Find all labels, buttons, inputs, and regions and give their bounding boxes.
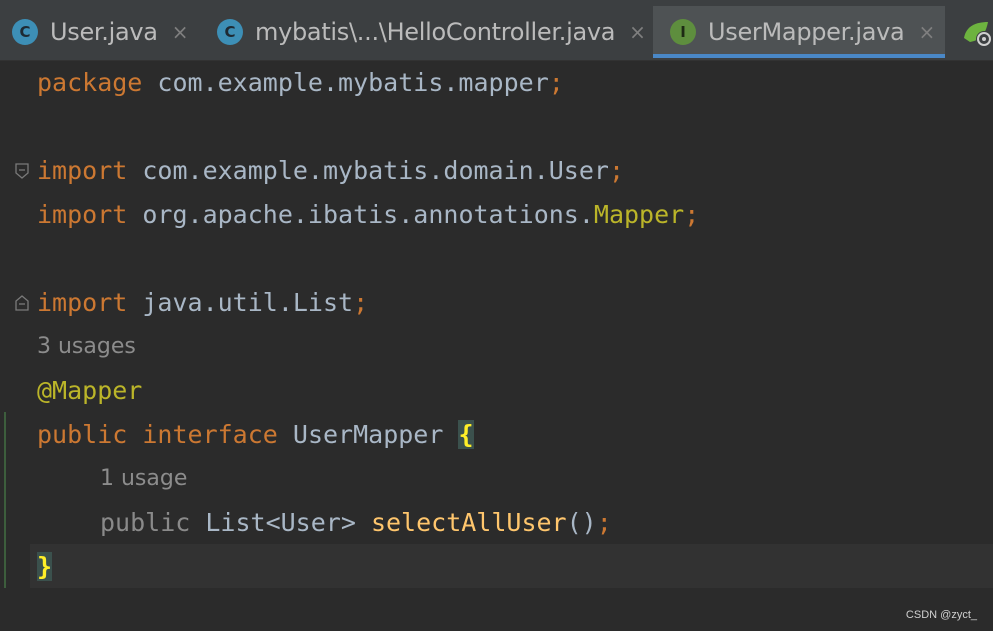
parentheses: () — [566, 508, 597, 537]
watermark: CSDN @zyct_ — [905, 609, 977, 621]
code-line: public List<User> selectAllUser(); — [100, 501, 612, 545]
code-line: import com.example.mybatis.domain.User; — [37, 149, 624, 193]
code-line: package com.example.mybatis.mapper; — [37, 61, 564, 105]
keyword: interface — [142, 420, 278, 449]
keyword: package — [37, 68, 143, 97]
keyword: public — [37, 420, 128, 449]
usages-hint[interactable]: 1 usage — [100, 457, 187, 501]
ide-editor-window: C User.java × C mybatis\...\HelloControl… — [0, 0, 993, 631]
keyword: import — [37, 200, 128, 229]
package-name: com.example.mybatis.mapper — [142, 68, 549, 97]
annotation-type: Mapper — [593, 200, 685, 229]
tab-label: UserMapper.java — [708, 18, 905, 46]
current-line-highlight — [30, 544, 993, 588]
brace-match: { — [458, 420, 474, 449]
tab-hello-controller-java[interactable]: C mybatis\...\HelloController.java × — [217, 6, 646, 58]
import-path: org.apache.ibatis.annotations. — [127, 200, 594, 229]
annotation: @Mapper — [37, 376, 143, 405]
class-icon: C — [12, 19, 38, 45]
code-line: import org.apache.ibatis.annotations.Map… — [37, 193, 699, 237]
tab-user-java[interactable]: C User.java × — [12, 6, 188, 58]
spring-icon[interactable] — [962, 18, 993, 48]
semicolon: ; — [596, 508, 612, 537]
semicolon: ; — [548, 68, 564, 97]
keyword: import — [37, 288, 128, 317]
close-icon[interactable]: × — [172, 20, 189, 44]
tab-usermapper-java[interactable]: I UserMapper.java × — [653, 6, 945, 58]
code-line: public interface UserMapper { — [37, 413, 474, 457]
import-path: java.util.List — [127, 288, 354, 317]
close-icon[interactable]: × — [629, 20, 646, 44]
return-type: List<User> — [190, 508, 371, 537]
fold-icon[interactable] — [15, 295, 29, 311]
keyword: public — [100, 508, 191, 537]
tab-label: mybatis\...\HelloController.java — [255, 18, 616, 46]
editor-tab-bar: C User.java × C mybatis\...\HelloControl… — [0, 0, 993, 61]
semicolon: ; — [353, 288, 369, 317]
interface-name: UserMapper — [277, 420, 459, 449]
code-line: import java.util.List; — [37, 281, 368, 325]
fold-icon[interactable] — [15, 163, 29, 179]
semicolon: ; — [608, 156, 625, 185]
semicolon: ; — [684, 200, 700, 229]
interface-icon: I — [670, 19, 696, 45]
tab-label: User.java — [50, 18, 158, 46]
class-icon: C — [217, 19, 243, 45]
brace-match: } — [37, 552, 53, 581]
method-name: selectAllUser — [370, 508, 567, 537]
code-line: } — [37, 545, 53, 589]
code-line: @Mapper — [37, 369, 142, 413]
usages-hint[interactable]: 3 usages — [37, 325, 136, 369]
vcs-change-marker[interactable] — [4, 412, 6, 588]
close-icon[interactable]: × — [918, 20, 935, 44]
keyword: import — [37, 156, 128, 185]
import-path: com.example.mybatis.domain.User — [127, 156, 609, 185]
